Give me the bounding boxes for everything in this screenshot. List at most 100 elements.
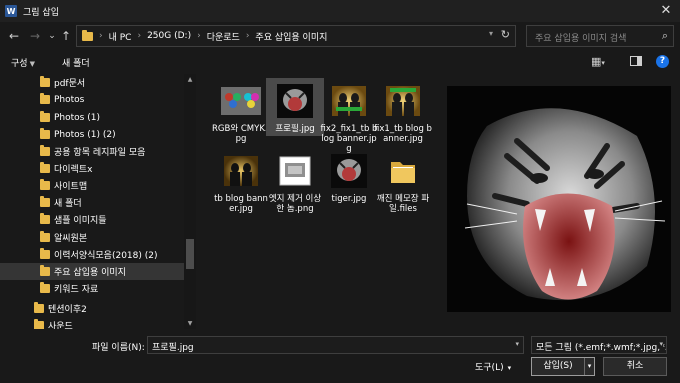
breadcrumb-downloads[interactable]: 다운로드: [207, 30, 240, 43]
tools-menu[interactable]: 도구(L) ▾: [475, 360, 511, 373]
sidebar-item-label: 사운드: [48, 322, 73, 329]
insert-button[interactable]: 삽입(S) ▾: [531, 357, 595, 376]
sidebar-item-label: 사이트맵: [54, 182, 88, 192]
file-item[interactable]: 엣지 제거 이상한 놈.png: [266, 150, 324, 214]
title-bar: W 그림 삽입 ✕: [0, 0, 680, 22]
help-icon[interactable]: ?: [656, 55, 669, 68]
file-name: tb blog banner.jpg: [214, 194, 268, 214]
file-item[interactable]: tb blog banner.jpg: [212, 150, 270, 214]
sidebar-item[interactable]: 새 폴더: [0, 194, 184, 211]
file-item[interactable]: fix1_tb blog banner.jpg: [374, 80, 432, 144]
sidebar-item[interactable]: 샘플 이미지들: [0, 211, 184, 228]
sidebar-item-label: 이력서양식모음(2018) (2): [54, 251, 158, 261]
insert-options-caret-icon[interactable]: ▾: [584, 358, 594, 375]
chevron-down-icon[interactable]: ▾: [489, 29, 493, 38]
up-arrow-icon[interactable]: ↑: [58, 28, 74, 44]
breadcrumb-current-folder[interactable]: 주요 삽입용 이미지: [255, 30, 327, 43]
sidebar-item[interactable]: 공용 항목 레지파일 모음: [0, 143, 184, 160]
chevron-down-icon[interactable]: ▾: [515, 340, 519, 348]
file-item-selected[interactable]: 프로필.jpg: [266, 78, 324, 136]
sidebar-item-label: Photos: [54, 94, 85, 105]
blog-banner-thumbnail: [320, 80, 378, 122]
filename-label: 파일 이름(N):: [92, 343, 145, 353]
word-app-icon: W: [5, 5, 17, 17]
file-item[interactable]: RGB와 CMYK.jpg: [212, 80, 270, 144]
sidebar-item-label: 샘플 이미지들: [54, 216, 107, 226]
back-arrow-icon[interactable]: ←: [6, 28, 22, 44]
organize-menu[interactable]: 구성 ▼: [11, 56, 35, 69]
sidebar-item[interactable]: Photos: [0, 91, 184, 108]
chevron-right-icon: ›: [245, 31, 250, 41]
sidebar-item[interactable]: 이력서양식모음(2018) (2): [0, 246, 184, 263]
new-folder-button[interactable]: 새 폴더: [62, 56, 90, 69]
sidebar-item[interactable]: pdf문서: [0, 74, 184, 91]
file-item[interactable]: 깨진 메모장 파일.files: [374, 150, 432, 214]
filetype-dropdown[interactable]: 모든 그림 (*.emf;*.wmf;*.jpg;*.jpeg;*.jfif;*…: [531, 336, 667, 354]
file-name: tiger.jpg: [331, 194, 367, 204]
sidebar-item-label: 알씨원본: [54, 234, 88, 244]
sidebar-item[interactable]: 사운드: [0, 317, 184, 329]
caret-down-icon: ▾: [507, 364, 512, 372]
breadcrumb-this-pc[interactable]: 내 PC: [109, 30, 132, 43]
folder-icon: [40, 282, 50, 293]
folder-icon: [40, 145, 50, 156]
folder-icon: [40, 111, 50, 122]
chevron-right-icon: ›: [137, 31, 142, 41]
image-preview: [447, 86, 671, 312]
file-list: RGB와 CMYK.jpg 프로필.jpg fix2_fix1_tb blog …: [200, 74, 440, 329]
file-name: fix1_tb blog banner.jpg: [374, 124, 432, 144]
image-document-thumbnail: [266, 150, 324, 192]
scroll-up-icon[interactable]: ▲: [186, 76, 194, 83]
sidebar-scrollbar[interactable]: ▲ ▼: [184, 74, 196, 329]
sidebar-item-label: Photos (1) (2): [54, 129, 116, 140]
chevron-right-icon: ›: [197, 31, 201, 41]
folder-icon: [34, 302, 44, 313]
preview-pane-icon[interactable]: [630, 56, 642, 66]
tiger-preview-image: [447, 86, 671, 312]
rgb-thumbnail: [212, 80, 270, 122]
sidebar-item[interactable]: 텐션이후2: [0, 300, 184, 317]
folder-icon: [40, 93, 50, 104]
insert-label[interactable]: 삽입(S): [532, 358, 584, 375]
sidebar-item-label: 텐션이후2: [48, 305, 87, 315]
folder-icon: [34, 319, 44, 329]
sidebar-item[interactable]: Photos (1): [0, 109, 184, 126]
sidebar-item-label: pdf문서: [54, 79, 86, 89]
file-item[interactable]: tiger.jpg: [320, 150, 378, 204]
sidebar-item-label: 새 폴더: [54, 199, 82, 209]
window-title: 그림 삽입: [23, 7, 59, 18]
sidebar-item[interactable]: 키워드 자료: [0, 280, 184, 297]
sidebar-item-label: 공용 항목 레지파일 모음: [54, 148, 146, 158]
scroll-down-icon[interactable]: ▼: [186, 320, 194, 327]
forward-arrow-icon[interactable]: →: [27, 28, 43, 44]
chevron-right-icon: ›: [99, 31, 103, 41]
tiger-thumbnail: [320, 150, 378, 192]
sidebar-item-label: 주요 삽입용 이미지: [54, 268, 126, 278]
sidebar-item[interactable]: 사이트맵: [0, 177, 184, 194]
navigation-pane: pdf문서 Photos Photos (1) Photos (1) (2) 공…: [0, 74, 196, 329]
search-input[interactable]: 주요 삽입용 이미지 검색 ⌕: [526, 25, 674, 47]
folder-icon: [40, 76, 50, 87]
filename-field[interactable]: 프로필.jpg ▾: [147, 336, 524, 354]
sidebar-item-selected[interactable]: 주요 삽입용 이미지: [0, 263, 184, 280]
sidebar-item-label: Photos (1): [54, 112, 100, 123]
dialog-footer: 파일 이름(N): 프로필.jpg ▾ 모든 그림 (*.emf;*.wmf;*…: [0, 329, 680, 383]
folder-icon: [40, 128, 50, 139]
sidebar-item[interactable]: Photos (1) (2): [0, 126, 184, 143]
sidebar-item[interactable]: 다이렉트x: [0, 160, 184, 177]
blog-banner-thumbnail: [212, 150, 270, 192]
file-name: RGB와 CMYK.jpg: [212, 124, 270, 144]
cancel-button[interactable]: 취소: [603, 357, 667, 376]
sidebar-item[interactable]: 알씨원본: [0, 229, 184, 246]
sidebar-item-label: 다이렉트x: [54, 165, 93, 175]
chevron-down-icon: ▾: [657, 340, 663, 348]
close-icon[interactable]: ✕: [658, 3, 674, 19]
address-bar[interactable]: › 내 PC › 250G (D:) › 다운로드 › 주요 삽입용 이미지 ▾…: [76, 25, 516, 47]
scrollbar-thumb[interactable]: [186, 239, 194, 269]
folder-icon: [40, 265, 50, 276]
file-item[interactable]: fix2_fix1_tb blog banner.jpg: [320, 80, 378, 154]
refresh-icon[interactable]: ↻: [501, 28, 510, 41]
breadcrumb-drive[interactable]: 250G (D:): [147, 31, 191, 41]
view-options-icon[interactable]: ▦▾: [591, 55, 609, 69]
blog-banner-thumbnail: [374, 80, 432, 122]
